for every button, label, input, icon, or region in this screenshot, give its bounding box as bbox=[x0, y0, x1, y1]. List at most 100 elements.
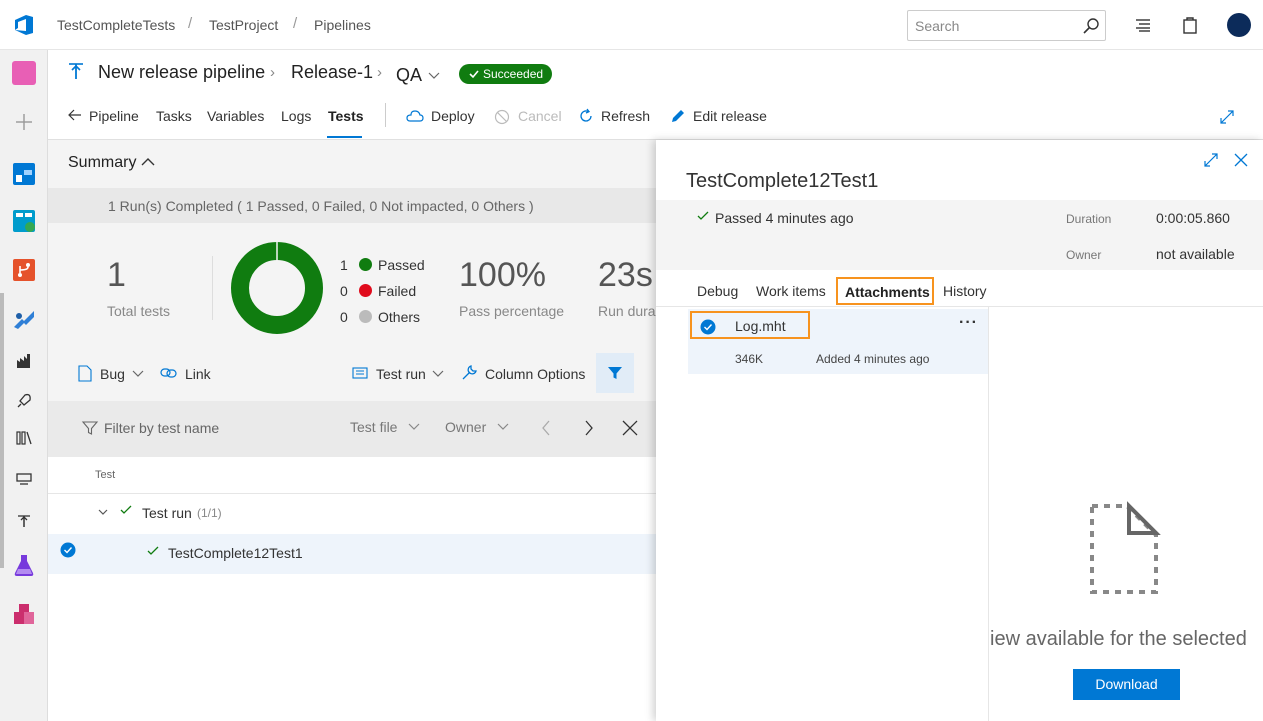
stage-name[interactable]: QA bbox=[396, 65, 422, 86]
expand-panel-icon[interactable] bbox=[1203, 152, 1219, 168]
library-icon[interactable] bbox=[15, 429, 33, 447]
table-row[interactable]: TestComplete12Test1 bbox=[48, 534, 656, 574]
back-arrow-icon[interactable] bbox=[68, 108, 82, 122]
link-icon[interactable] bbox=[160, 367, 177, 379]
breadcrumb-chevron: › bbox=[377, 64, 382, 81]
search-icon[interactable] bbox=[1082, 17, 1100, 35]
test-run-icon[interactable] bbox=[352, 367, 368, 379]
azure-devops-logo-icon[interactable] bbox=[12, 13, 36, 37]
preview-message-clip: iew available for the selected bbox=[990, 626, 1263, 656]
search-input[interactable]: Search bbox=[907, 10, 1106, 41]
table-row-group[interactable]: Test run (1/1) bbox=[48, 494, 656, 534]
chevron-up-icon[interactable] bbox=[141, 157, 155, 167]
preview-message: iew available for the selected bbox=[990, 628, 1247, 650]
bug-button[interactable]: Bug bbox=[100, 366, 125, 382]
releases-rocket-icon[interactable] bbox=[15, 392, 33, 410]
file-preview-icon bbox=[1090, 501, 1161, 594]
command-divider bbox=[385, 103, 386, 127]
shopping-bag-icon[interactable] bbox=[1182, 15, 1198, 35]
filter-funnel-icon[interactable] bbox=[607, 365, 623, 381]
tab-logs[interactable]: Logs bbox=[281, 108, 311, 124]
tab-debug[interactable]: Debug bbox=[697, 283, 738, 299]
bug-icon[interactable] bbox=[78, 365, 92, 382]
owner-filter[interactable]: Owner bbox=[445, 419, 486, 435]
tab-variables[interactable]: Variables bbox=[207, 108, 264, 124]
builds-icon[interactable] bbox=[15, 352, 33, 370]
column-options-button[interactable]: Column Options bbox=[485, 366, 585, 382]
tab-pipeline[interactable]: Pipeline bbox=[89, 108, 139, 124]
filter-icon bbox=[81, 421, 99, 435]
tab-tests[interactable]: Tests bbox=[328, 108, 364, 124]
edit-release-button[interactable]: Edit release bbox=[693, 108, 767, 124]
cancel-icon[interactable] bbox=[494, 109, 510, 125]
test-run-chevron-icon[interactable] bbox=[432, 370, 444, 378]
user-avatar[interactable] bbox=[1227, 13, 1251, 37]
legend-passed-count: 1 bbox=[340, 257, 348, 273]
total-tests-value: 1 bbox=[107, 256, 126, 294]
breadcrumb-pipelines[interactable]: Pipelines bbox=[314, 17, 371, 33]
summary-toggle[interactable]: Summary bbox=[68, 154, 136, 172]
add-icon[interactable] bbox=[14, 112, 34, 132]
chevron-right-icon[interactable] bbox=[584, 420, 594, 436]
tab-tasks[interactable]: Tasks bbox=[156, 108, 192, 124]
project-avatar-icon[interactable] bbox=[12, 61, 36, 85]
more-options-icon[interactable]: ··· bbox=[959, 314, 978, 332]
release-name[interactable]: Release-1 bbox=[291, 62, 373, 83]
refresh-icon[interactable] bbox=[578, 108, 594, 124]
test-run-dropdown[interactable]: Test run bbox=[376, 366, 426, 382]
filter-toggle-button[interactable] bbox=[596, 353, 634, 393]
deploy-button[interactable]: Deploy bbox=[431, 108, 475, 124]
row-selected-check-icon[interactable] bbox=[60, 542, 76, 558]
legend-others-count: 0 bbox=[340, 309, 348, 325]
download-button[interactable]: Download bbox=[1073, 669, 1180, 700]
edit-pencil-icon[interactable] bbox=[670, 108, 686, 124]
wrench-icon[interactable] bbox=[461, 364, 478, 381]
cloud-deploy-icon[interactable] bbox=[406, 110, 424, 122]
task-groups-icon[interactable] bbox=[15, 472, 33, 488]
test-file-filter[interactable]: Test file bbox=[350, 419, 397, 435]
tab-attachments-label: Attachments bbox=[845, 284, 930, 300]
refresh-button[interactable]: Refresh bbox=[601, 108, 650, 124]
bug-dropdown-chevron-icon[interactable] bbox=[132, 370, 144, 378]
fullscreen-icon[interactable] bbox=[1219, 109, 1235, 125]
stage-dropdown-chevron-icon[interactable] bbox=[428, 72, 440, 80]
release-pipeline-icon bbox=[69, 63, 83, 79]
legend-failed-label: Failed bbox=[378, 283, 417, 299]
breadcrumb-separator: / bbox=[293, 15, 298, 32]
cancel-button[interactable]: Cancel bbox=[518, 108, 562, 124]
pipelines-icon[interactable] bbox=[12, 307, 36, 331]
attachment-list-item[interactable]: Log.mht ··· 346K Added 4 minutes ago bbox=[688, 309, 988, 374]
total-tests-label: Total tests bbox=[107, 303, 171, 319]
artifacts-icon[interactable] bbox=[12, 602, 36, 626]
run-duration-value: 23s bbox=[598, 256, 653, 294]
overview-icon[interactable] bbox=[12, 162, 36, 186]
deployment-groups-icon[interactable] bbox=[15, 512, 33, 530]
owner-chevron-icon[interactable] bbox=[497, 423, 509, 431]
task-list-icon[interactable] bbox=[1134, 17, 1152, 33]
attachment-name[interactable]: Log.mht bbox=[735, 318, 786, 334]
tab-history[interactable]: History bbox=[943, 283, 987, 299]
filter-by-test-name-input[interactable]: Filter by test name bbox=[104, 420, 219, 436]
collapse-chevron-icon[interactable] bbox=[98, 509, 108, 516]
test-file-chevron-icon[interactable] bbox=[408, 423, 420, 431]
boards-icon[interactable] bbox=[12, 209, 36, 233]
pipeline-name-link[interactable]: New release pipeline bbox=[98, 62, 265, 83]
panel-status-text: Passed 4 minutes ago bbox=[715, 210, 854, 226]
close-panel-icon[interactable] bbox=[1234, 153, 1248, 167]
repos-icon[interactable] bbox=[12, 258, 36, 282]
attachment-selected-check-icon[interactable] bbox=[700, 319, 716, 335]
tab-work-items[interactable]: Work items bbox=[756, 283, 826, 299]
breadcrumb-project[interactable]: TestProject bbox=[209, 17, 278, 33]
left-navigation-rail bbox=[0, 50, 48, 721]
test-plans-icon[interactable] bbox=[12, 553, 36, 577]
pass-percentage-label: Pass percentage bbox=[459, 303, 565, 319]
clear-filter-close-icon[interactable] bbox=[622, 420, 638, 436]
tab-attachments[interactable]: Attachments bbox=[836, 277, 934, 305]
breadcrumb-organization[interactable]: TestCompleteTests bbox=[57, 17, 175, 33]
link-button[interactable]: Link bbox=[185, 366, 211, 382]
pipelines-active-indicator bbox=[0, 293, 4, 568]
column-header-test[interactable]: Test bbox=[95, 469, 115, 481]
legend-failed-dot bbox=[359, 284, 372, 297]
test-name: TestComplete12Test1 bbox=[168, 545, 303, 561]
chevron-left-icon[interactable] bbox=[541, 420, 551, 436]
